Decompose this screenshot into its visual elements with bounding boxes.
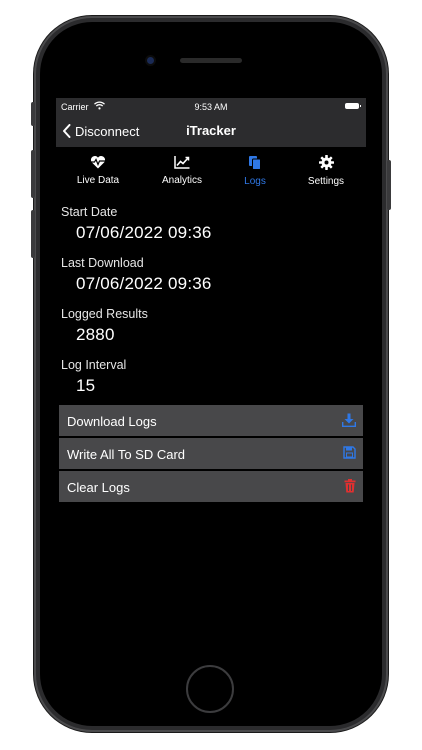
power-button	[387, 160, 391, 210]
line-chart-icon	[174, 156, 190, 169]
trash-icon	[344, 479, 356, 496]
download-icon	[341, 413, 357, 430]
last-download-value: 07/06/2022 09:36	[76, 274, 212, 293]
heart-pulse-icon	[90, 156, 106, 169]
floppy-disk-icon	[343, 446, 356, 462]
earpiece-speaker	[180, 58, 242, 63]
log-interval-value: 15	[76, 376, 96, 395]
logged-results-value: 2880	[76, 325, 115, 344]
page-title: iTracker	[186, 123, 236, 138]
write-to-sd-button[interactable]: Write All To SD Card	[59, 438, 363, 469]
download-logs-label: Download Logs	[67, 414, 157, 429]
download-logs-button[interactable]: Download Logs	[59, 405, 363, 436]
tab-live-data[interactable]: Live Data	[63, 155, 133, 188]
mute-switch	[31, 102, 35, 126]
status-bar: Carrier 9:53 AM	[56, 98, 366, 115]
last-download-field: Last Download 07/06/2022 09:36	[61, 256, 212, 294]
actions-list: Download Logs Write All To SD Card Clear…	[59, 405, 363, 504]
home-button[interactable]	[186, 665, 234, 713]
last-download-label: Last Download	[61, 256, 144, 270]
write-to-sd-label: Write All To SD Card	[67, 447, 186, 462]
clear-logs-button[interactable]: Clear Logs	[59, 471, 363, 502]
status-time: 9:53 AM	[194, 102, 228, 112]
tab-settings-label: Settings	[307, 176, 345, 187]
gear-icon	[318, 155, 334, 170]
tab-settings[interactable]: Settings	[291, 155, 361, 189]
logged-results-label: Logged Results	[61, 307, 148, 321]
start-date-field: Start Date 07/06/2022 09:36	[61, 205, 212, 243]
volume-up-button	[31, 150, 35, 198]
navigation-bar: Disconnect iTracker	[56, 115, 366, 147]
log-interval-field: Log Interval 15	[61, 358, 126, 396]
tab-analytics[interactable]: Analytics	[147, 155, 217, 188]
log-interval-label: Log Interval	[61, 358, 127, 372]
battery-icon	[345, 103, 361, 109]
tab-logs-label: Logs	[244, 176, 266, 187]
start-date-value: 07/06/2022 09:36	[76, 223, 212, 242]
start-date-label: Start Date	[61, 205, 118, 219]
tab-bar: Live Data Analytics Logs Settings	[56, 147, 366, 193]
logged-results-field: Logged Results 2880	[61, 307, 148, 345]
documents-icon	[249, 156, 261, 170]
front-camera	[147, 57, 154, 64]
tab-logs[interactable]: Logs	[220, 155, 290, 189]
app-screen: Carrier 9:53 AM Disconnect iTracker Live	[56, 98, 366, 650]
tab-live-data-label: Live Data	[76, 175, 120, 186]
clear-logs-label: Clear Logs	[67, 480, 130, 495]
tab-analytics-label: Analytics	[161, 175, 202, 186]
volume-down-button	[31, 210, 35, 258]
